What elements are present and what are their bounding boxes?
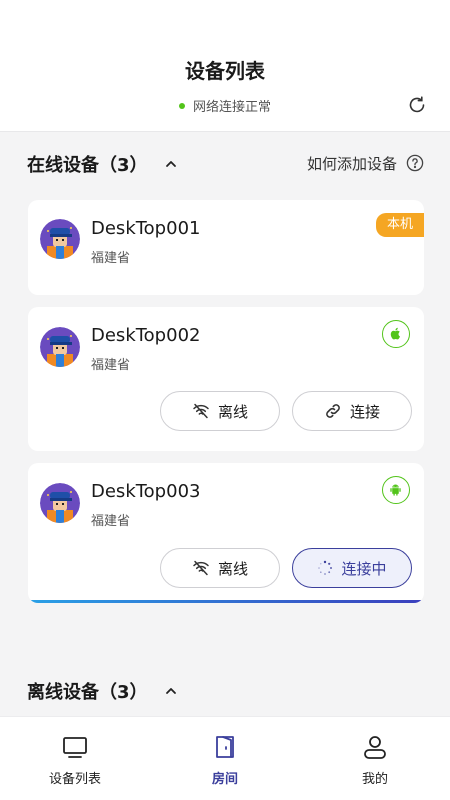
connecting-button-label: 连接中 bbox=[341, 559, 387, 578]
monitor-icon bbox=[61, 733, 89, 761]
nav-label: 房间 bbox=[211, 772, 238, 787]
connecting-button[interactable]: 连接中 bbox=[292, 548, 412, 588]
device-name: DeskTop001 bbox=[91, 218, 201, 239]
device-region: 福建省 bbox=[91, 514, 131, 529]
page-title: 设备列表 bbox=[185, 59, 265, 83]
offline-button-label: 离线 bbox=[217, 402, 248, 421]
device-card-desktop002[interactable]: DeskTop002 福建省 离线 连接 bbox=[28, 307, 424, 451]
bottom-nav: 设备列表 房间 我的 bbox=[0, 716, 450, 800]
spinner-icon bbox=[318, 560, 333, 575]
wifi-off-icon bbox=[193, 403, 209, 419]
device-region: 福建省 bbox=[91, 358, 131, 373]
android-icon bbox=[382, 476, 410, 504]
nav-room[interactable]: 房间 bbox=[150, 717, 300, 800]
offline-button-label: 离线 bbox=[217, 559, 248, 578]
chevron-up-icon[interactable] bbox=[164, 683, 178, 697]
offline-button[interactable]: 离线 bbox=[160, 391, 280, 431]
avatar bbox=[40, 219, 80, 259]
connect-button[interactable]: 连接 bbox=[292, 391, 412, 431]
refresh-icon[interactable] bbox=[406, 94, 428, 116]
nav-mine[interactable]: 我的 bbox=[300, 717, 450, 800]
network-status: 网络连接正常 bbox=[0, 96, 450, 115]
nav-label: 我的 bbox=[361, 772, 388, 787]
chevron-up-icon[interactable] bbox=[164, 156, 178, 170]
device-card-desktop003[interactable]: DeskTop003 福建省 离线 连接中 bbox=[28, 463, 424, 603]
apple-icon bbox=[382, 320, 410, 348]
header: 设备列表 网络连接正常 bbox=[0, 0, 450, 132]
device-name: DeskTop002 bbox=[91, 325, 201, 346]
help-icon[interactable] bbox=[406, 154, 424, 172]
offline-section-header: 离线设备（3） bbox=[0, 678, 450, 706]
local-device-badge: 本机 bbox=[376, 213, 424, 237]
online-section-title: 在线设备（3） bbox=[27, 155, 148, 176]
nav-device-list[interactable]: 设备列表 bbox=[0, 717, 150, 800]
connect-button-label: 连接 bbox=[349, 402, 380, 421]
offline-section-title: 离线设备（3） bbox=[27, 682, 148, 703]
status-dot bbox=[178, 102, 185, 109]
device-name: DeskTop003 bbox=[91, 481, 201, 502]
how-to-add-device-link[interactable]: 如何添加设备 bbox=[307, 153, 397, 174]
nav-label: 设备列表 bbox=[48, 772, 101, 787]
network-status-text: 网络连接正常 bbox=[192, 100, 271, 115]
wifi-off-icon bbox=[193, 560, 209, 576]
door-icon bbox=[211, 733, 239, 761]
user-icon bbox=[361, 733, 389, 761]
link-icon bbox=[326, 404, 340, 418]
online-section-header: 在线设备（3） 如何添加设备 bbox=[0, 151, 450, 179]
offline-button[interactable]: 离线 bbox=[160, 548, 280, 588]
device-card-desktop001[interactable]: DeskTop001 福建省 本机 bbox=[28, 200, 424, 295]
avatar bbox=[40, 327, 80, 367]
avatar bbox=[40, 483, 80, 523]
device-region: 福建省 bbox=[91, 251, 131, 266]
connection-progress-bar bbox=[28, 600, 424, 603]
